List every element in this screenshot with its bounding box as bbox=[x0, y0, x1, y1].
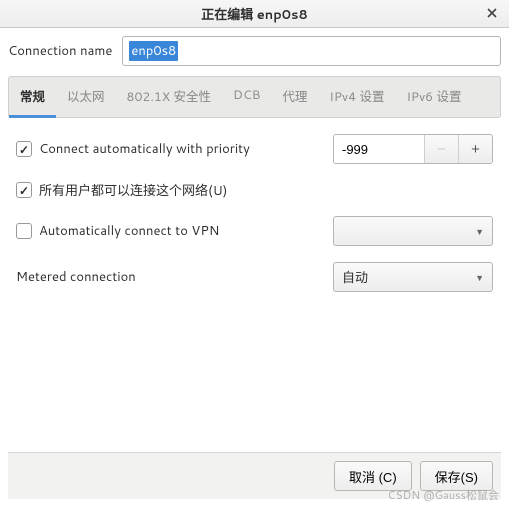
metered-combo-value: 自动 bbox=[342, 267, 368, 287]
title-bar: 正在编辑 enp0s8 bbox=[0, 0, 509, 28]
window-content: Connection name enp0s8 常规 以太网 802.1X 安全性… bbox=[0, 28, 509, 507]
tab-8021x[interactable]: 802.1X 安全性 bbox=[116, 77, 223, 117]
auto-connect-row: Connect automatically with priority − + bbox=[16, 134, 493, 164]
metered-row: Metered connection 自动 ▼ bbox=[16, 262, 493, 292]
window-title: 正在编辑 enp0s8 bbox=[201, 4, 308, 24]
connection-name-row: Connection name enp0s8 bbox=[8, 36, 501, 66]
auto-connect-checkbox[interactable] bbox=[16, 141, 32, 157]
tab-dcb[interactable]: DCB bbox=[222, 77, 271, 117]
close-icon bbox=[487, 8, 497, 18]
tab-general[interactable]: 常规 bbox=[9, 77, 56, 118]
tab-ipv4[interactable]: IPv4 设置 bbox=[318, 77, 395, 117]
priority-input[interactable] bbox=[334, 135, 424, 163]
auto-connect-label: Connect automatically with priority bbox=[39, 140, 250, 158]
chevron-down-icon: ▼ bbox=[475, 271, 484, 284]
auto-vpn-checkbox[interactable] bbox=[16, 223, 32, 239]
auto-vpn-label: Automatically connect to VPN bbox=[39, 222, 219, 240]
all-users-check-wrap[interactable]: 所有用户都可以连接这个网络(U) bbox=[16, 180, 493, 200]
priority-decrement[interactable]: − bbox=[424, 135, 458, 163]
auto-connect-check-wrap[interactable]: Connect automatically with priority bbox=[16, 140, 321, 158]
connection-name-label: Connection name bbox=[8, 42, 112, 60]
cancel-button[interactable]: 取消 (C) bbox=[334, 461, 412, 491]
tab-bar: 常规 以太网 802.1X 安全性 DCB 代理 IPv4 设置 IPv6 设置 bbox=[8, 76, 501, 118]
connection-name-value: enp0s8 bbox=[129, 41, 178, 61]
tab-ethernet[interactable]: 以太网 bbox=[56, 77, 116, 117]
close-button[interactable] bbox=[483, 4, 501, 22]
metered-combo[interactable]: 自动 ▼ bbox=[333, 262, 493, 292]
all-users-row: 所有用户都可以连接这个网络(U) bbox=[16, 180, 493, 200]
all-users-checkbox[interactable] bbox=[16, 182, 32, 198]
priority-spinner: − + bbox=[333, 134, 493, 164]
metered-label: Metered connection bbox=[16, 268, 321, 286]
vpn-combo[interactable]: ▼ bbox=[333, 216, 493, 246]
chevron-down-icon: ▼ bbox=[475, 225, 484, 238]
priority-increment[interactable]: + bbox=[458, 135, 492, 163]
all-users-label: 所有用户都可以连接这个网络(U) bbox=[39, 180, 227, 200]
dialog-footer: 取消 (C) 保存(S) bbox=[8, 452, 501, 499]
tab-proxy[interactable]: 代理 bbox=[271, 77, 318, 117]
general-panel: Connect automatically with priority − + … bbox=[8, 118, 501, 452]
auto-vpn-row: Automatically connect to VPN ▼ bbox=[16, 216, 493, 246]
auto-vpn-check-wrap[interactable]: Automatically connect to VPN bbox=[16, 222, 321, 240]
save-button[interactable]: 保存(S) bbox=[420, 461, 493, 491]
connection-name-input[interactable]: enp0s8 bbox=[122, 36, 501, 66]
tab-ipv6[interactable]: IPv6 设置 bbox=[395, 77, 472, 117]
